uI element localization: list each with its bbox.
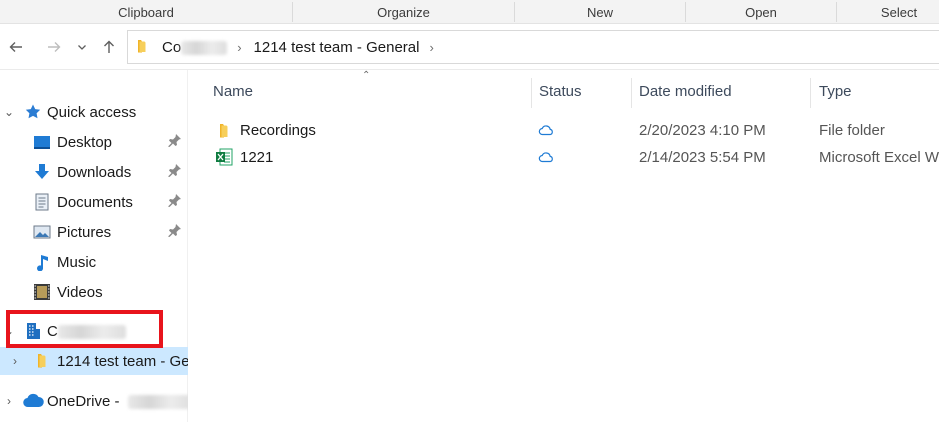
file-row[interactable]: 1221 2/14/2023 5:54 PM Microsoft Excel W <box>204 144 939 171</box>
chevron-right-icon[interactable]: › <box>8 354 22 368</box>
sidebar-item-label: Desktop <box>57 133 113 151</box>
sidebar-item-label: Quick access <box>47 103 137 121</box>
ribbon-group-open: Open <box>745 5 777 20</box>
sidebar-item-onedrive[interactable]: › OneDrive - <box>0 387 192 415</box>
pin-icon[interactable] <box>168 163 182 181</box>
sidebar-item-team-folder[interactable]: › 1214 test team - Ge <box>0 347 190 375</box>
column-header-status[interactable]: Status <box>539 76 629 108</box>
redacted-text <box>127 394 192 409</box>
folder-icon <box>134 38 150 57</box>
ribbon-group-labels: Clipboard Organize New Open Select <box>0 0 939 24</box>
column-header-name[interactable]: Name <box>213 76 533 108</box>
excel-icon <box>215 144 235 171</box>
sidebar-item-documents[interactable]: Documents <box>0 188 188 216</box>
file-row[interactable]: Recordings 2/20/2023 4:10 PM File folder <box>204 117 939 144</box>
file-name[interactable]: Recordings <box>240 117 520 144</box>
pin-icon[interactable] <box>168 133 182 151</box>
sidebar-item-label: Downloads <box>57 163 132 181</box>
column-divider[interactable] <box>810 78 811 108</box>
music-icon <box>33 253 51 271</box>
desktop-icon <box>33 133 51 151</box>
ribbon-group-select: Select <box>880 5 918 20</box>
sidebar-item-videos[interactable]: Videos <box>0 278 188 306</box>
pictures-icon <box>33 223 51 241</box>
sidebar-item-label: Music <box>57 253 97 271</box>
up-arrow-icon <box>104 40 114 53</box>
sidebar-item-quick-access[interactable]: ⌄ Quick access <box>0 98 188 126</box>
column-header-type[interactable]: Type <box>819 76 939 108</box>
pin-icon[interactable] <box>168 223 182 241</box>
up-button[interactable] <box>96 34 122 60</box>
chevron-down-icon <box>78 45 86 50</box>
recent-locations-button[interactable] <box>71 34 93 60</box>
forward-button[interactable] <box>41 34 67 60</box>
sidebar-item-music[interactable]: Music <box>0 248 188 276</box>
back-button[interactable] <box>3 34 29 60</box>
pin-icon[interactable] <box>168 193 182 211</box>
column-divider[interactable] <box>631 78 632 108</box>
navigation-bar: Co › 1214 test team - General › <box>0 24 939 70</box>
sidebar-item-label: Pictures <box>57 223 112 241</box>
back-arrow-icon <box>9 42 22 52</box>
file-type: Microsoft Excel W <box>819 149 939 166</box>
sidebar-item-label: Documents <box>57 193 133 211</box>
download-icon <box>33 163 51 181</box>
file-type: File folder <box>819 122 885 139</box>
breadcrumb-chevron-icon[interactable]: › <box>429 40 433 55</box>
sidebar-item-label: Videos <box>57 283 103 301</box>
cloud-icon <box>538 123 554 139</box>
folder-icon <box>33 352 51 370</box>
videos-icon <box>33 283 51 301</box>
ribbon-group-new: New <box>586 5 613 20</box>
onedrive-label: OneDrive - <box>47 392 120 410</box>
column-header-date-modified[interactable]: Date modified <box>639 76 809 108</box>
sidebar-item-label: 1214 test team - Ge <box>57 352 190 370</box>
date-modified: 2/20/2023 4:10 PM <box>639 122 766 139</box>
documents-icon <box>33 193 51 211</box>
column-divider[interactable] <box>531 78 532 108</box>
star-icon <box>24 103 42 121</box>
breadcrumb-org-prefix: Co <box>162 38 182 56</box>
address-bar[interactable]: Co › 1214 test team - General › <box>127 30 939 64</box>
ribbon-group-clipboard: Clipboard <box>118 5 174 20</box>
file-name[interactable]: 1221 <box>240 144 520 171</box>
sidebar-item-downloads[interactable]: Downloads <box>0 158 188 186</box>
sidebar-item-desktop[interactable]: Desktop <box>0 128 188 156</box>
sidebar-item-label: OneDrive - <box>47 393 192 410</box>
file-list: ⌃ Name Status Date modified Type Recordi… <box>188 70 939 422</box>
highlight-annotation <box>6 310 163 348</box>
breadcrumb-team[interactable]: 1214 test team - General <box>254 39 420 56</box>
sidebar-item-pictures[interactable]: Pictures <box>0 218 188 246</box>
breadcrumb-chevron-icon[interactable]: › <box>237 40 241 55</box>
folder-icon <box>216 117 234 144</box>
forward-arrow-icon <box>48 42 61 52</box>
breadcrumb-org[interactable]: Co <box>162 38 228 56</box>
cloud-icon <box>538 150 554 166</box>
chevron-down-icon[interactable]: ⌄ <box>2 105 16 119</box>
onedrive-cloud-icon <box>22 392 44 410</box>
date-modified: 2/14/2023 5:54 PM <box>639 149 766 166</box>
navigation-pane: ⌄ Quick access Desktop Downloads Documen… <box>0 70 192 422</box>
redacted-text <box>181 40 228 55</box>
ribbon-group-organize: Organize <box>377 5 430 20</box>
chevron-right-icon[interactable]: › <box>2 394 16 408</box>
